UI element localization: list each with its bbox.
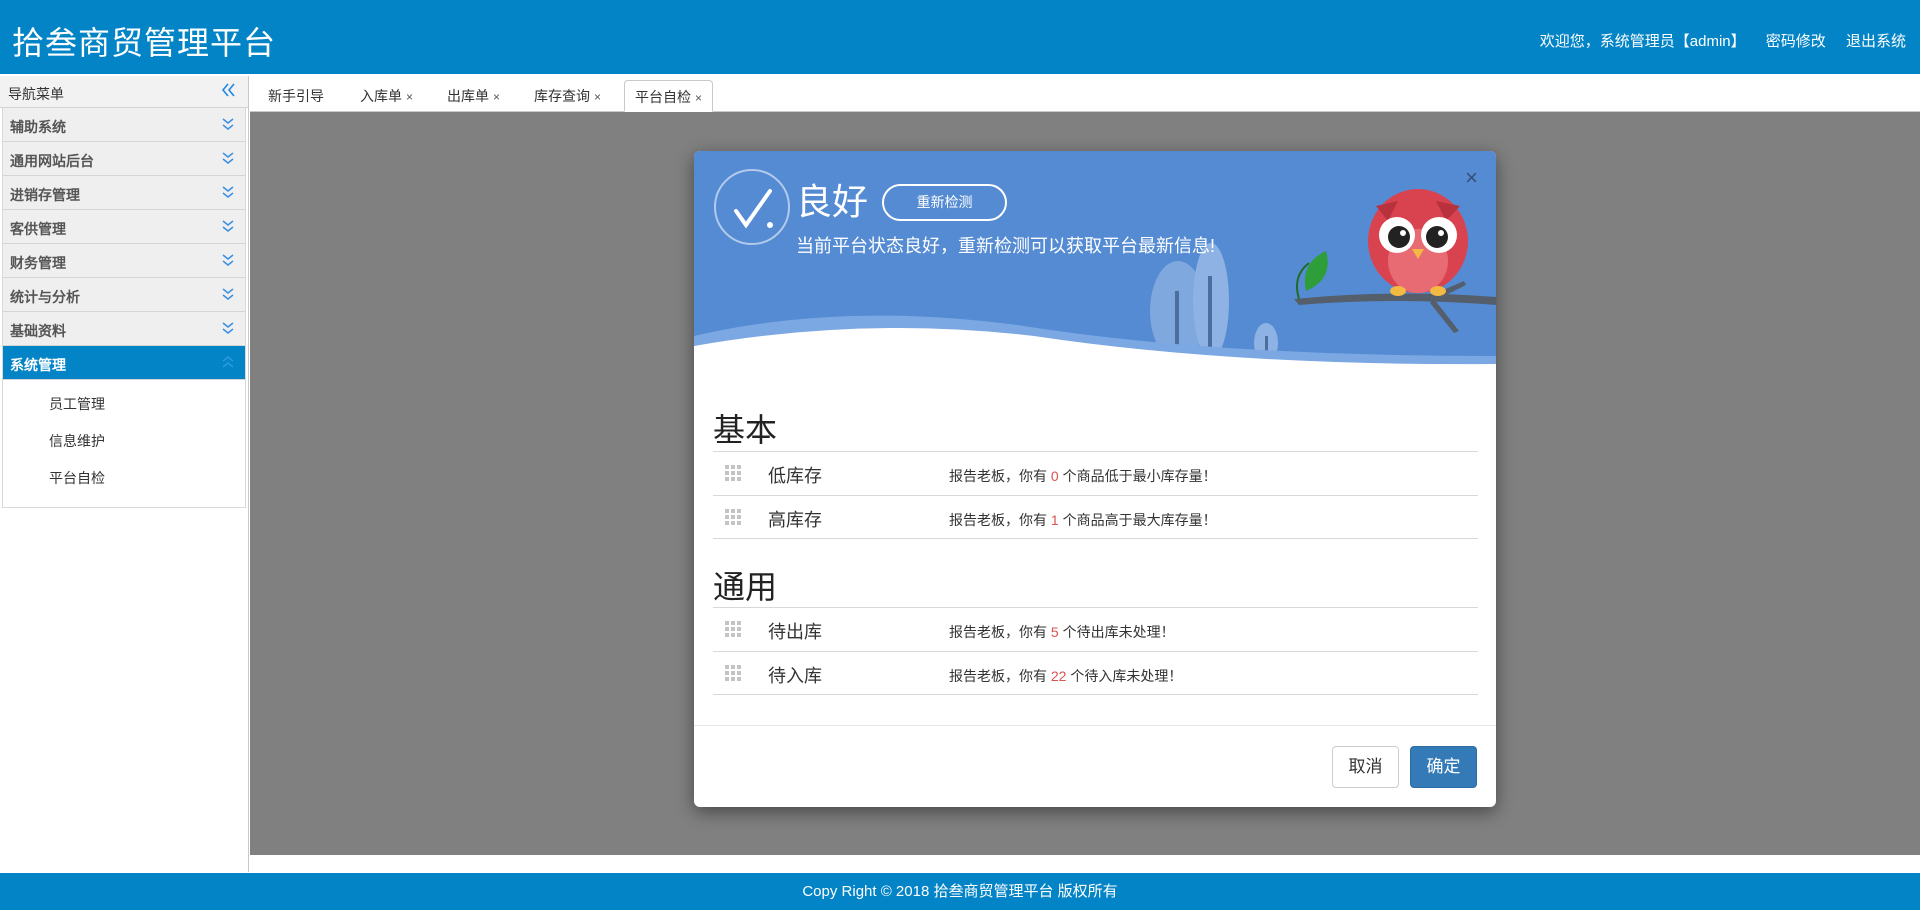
check-item-name: 待入库	[768, 666, 822, 686]
confirm-button[interactable]: 确定	[1410, 746, 1477, 788]
dialog-banner: 良好 重新检测 当前平台状态良好，重新检测可以获取平台最新信息! ×	[694, 151, 1496, 373]
grip-icon	[725, 465, 741, 481]
sidebar-item-self-check[interactable]: 平台自检	[3, 460, 245, 497]
section-title-general: 通用	[713, 569, 778, 605]
tab-bar: 新手引导 入库单 × 出库单 × 库存查询 × 平台自检 ×	[250, 76, 1920, 112]
sidebar-group-system[interactable]: 系统管理	[3, 346, 245, 380]
check-row-low-stock: 低库存 报告老板，你有 0 个商品低于最小库存量！	[713, 451, 1478, 495]
tab-stock-query[interactable]: 库存查询 ×	[534, 80, 601, 112]
check-item-name: 低库存	[768, 466, 822, 486]
sidebar: 导航菜单 辅助系统 通用网站后台 进销存管理 客供管理 财务管理 统计与分析 基…	[0, 76, 249, 872]
logout-link[interactable]: 退出系统	[1846, 33, 1906, 50]
check-row-high-stock: 高库存 报告老板，你有 1 个商品高于最大库存量！	[713, 495, 1478, 539]
grip-icon	[725, 509, 741, 525]
check-item-message: 报告老板，你有 1 个商品高于最大库存量！	[949, 512, 1217, 528]
top-header: 拾叁商贸管理平台 欢迎您，系统管理员【admin】 密码修改 退出系统	[0, 0, 1920, 74]
sidebar-group-label: 财务管理	[10, 255, 66, 271]
app-title: 拾叁商贸管理平台	[12, 25, 277, 61]
checkmark-circle-icon	[714, 169, 790, 245]
cancel-button[interactable]: 取消	[1332, 746, 1399, 788]
count-value: 0	[1050, 468, 1059, 484]
check-item-message: 报告老板，你有 22 个待入库未处理！	[949, 668, 1183, 684]
tab-label: 出库单	[447, 88, 489, 104]
sidebar-submenu: 员工管理 信息维护 平台自检	[3, 380, 245, 507]
sidebar-group-label: 统计与分析	[10, 289, 80, 305]
welcome-text: 欢迎您，系统管理员【admin】	[1539, 33, 1746, 50]
collapse-sidebar-icon[interactable]	[220, 81, 236, 104]
top-links: 欢迎您，系统管理员【admin】 密码修改 退出系统	[1524, 30, 1906, 51]
check-row-pending-inbound: 待入库 报告老板，你有 22 个待入库未处理！	[713, 651, 1478, 695]
copyright-text: Copy Right © 2018 拾叁商贸管理平台 版权所有	[802, 883, 1118, 900]
double-chevron-down-icon	[222, 288, 234, 300]
sidebar-group-basic-data[interactable]: 基础资料	[3, 312, 245, 346]
check-item-message: 报告老板，你有 5 个待出库未处理！	[949, 624, 1175, 640]
close-dialog-icon[interactable]: ×	[1465, 165, 1478, 191]
double-chevron-down-icon	[222, 186, 234, 198]
sidebar-group-inventory[interactable]: 进销存管理	[3, 176, 245, 210]
sidebar-group-statistics[interactable]: 统计与分析	[3, 278, 245, 312]
sidebar-group-label: 进销存管理	[10, 187, 80, 203]
check-row-pending-outbound: 待出库 报告老板，你有 5 个待出库未处理！	[713, 607, 1478, 651]
status-word: 良好	[796, 181, 869, 222]
close-tab-icon[interactable]: ×	[594, 90, 601, 104]
double-chevron-down-icon	[222, 118, 234, 130]
double-chevron-up-icon	[222, 356, 234, 368]
sidebar-group-auxiliary[interactable]: 辅助系统	[3, 108, 245, 142]
check-item-name: 待出库	[768, 622, 822, 642]
recheck-button[interactable]: 重新检测	[882, 184, 1007, 221]
check-item-message: 报告老板，你有 0 个商品低于最小库存量！	[949, 468, 1217, 484]
close-tab-icon[interactable]: ×	[695, 91, 702, 105]
close-tab-icon[interactable]: ×	[493, 90, 500, 104]
sidebar-group-label: 系统管理	[10, 357, 66, 373]
count-value: 1	[1050, 512, 1059, 528]
section-title-basic: 基本	[713, 412, 778, 448]
tab-label: 入库单	[360, 88, 402, 104]
sidebar-header: 导航菜单	[0, 76, 248, 108]
tab-outbound[interactable]: 出库单 ×	[447, 80, 500, 112]
page-footer: Copy Right © 2018 拾叁商贸管理平台 版权所有	[0, 873, 1920, 910]
sidebar-group-finance[interactable]: 财务管理	[3, 244, 245, 278]
sidebar-group-label: 通用网站后台	[10, 153, 94, 169]
sidebar-group-label: 基础资料	[10, 323, 66, 339]
sidebar-item-info-maintenance[interactable]: 信息维护	[3, 423, 245, 460]
double-chevron-down-icon	[222, 220, 234, 232]
tab-inbound[interactable]: 入库单 ×	[360, 80, 413, 112]
count-value: 22	[1050, 668, 1067, 684]
tab-label: 库存查询	[534, 88, 590, 104]
self-check-dialog: 良好 重新检测 当前平台状态良好，重新检测可以获取平台最新信息! × 基本 低库…	[694, 151, 1496, 807]
sidebar-group-website-backend[interactable]: 通用网站后台	[3, 142, 245, 176]
sidebar-group-customer-supplier[interactable]: 客供管理	[3, 210, 245, 244]
sidebar-item-employees[interactable]: 员工管理	[3, 386, 245, 423]
double-chevron-down-icon	[222, 322, 234, 334]
check-item-name: 高库存	[768, 510, 822, 530]
sidebar-group-label: 辅助系统	[10, 119, 66, 135]
tab-self-check[interactable]: 平台自检 ×	[624, 80, 714, 112]
sidebar-title: 导航菜单	[8, 86, 64, 102]
double-chevron-down-icon	[222, 152, 234, 164]
grip-icon	[725, 665, 741, 681]
sidebar-menu: 辅助系统 通用网站后台 进销存管理 客供管理 财务管理 统计与分析 基础资料 系…	[2, 108, 246, 508]
tab-label: 新手引导	[268, 88, 324, 104]
tab-label: 平台自检	[635, 89, 691, 105]
close-tab-icon[interactable]: ×	[406, 90, 413, 104]
tab-guide[interactable]: 新手引导	[268, 80, 324, 112]
double-chevron-down-icon	[222, 254, 234, 266]
count-value: 5	[1050, 624, 1059, 640]
status-description: 当前平台状态良好，重新检测可以获取平台最新信息!	[796, 236, 1215, 256]
grip-icon	[725, 621, 741, 637]
change-password-link[interactable]: 密码修改	[1766, 33, 1826, 50]
sidebar-group-label: 客供管理	[10, 221, 66, 237]
dialog-footer-divider	[694, 725, 1496, 726]
